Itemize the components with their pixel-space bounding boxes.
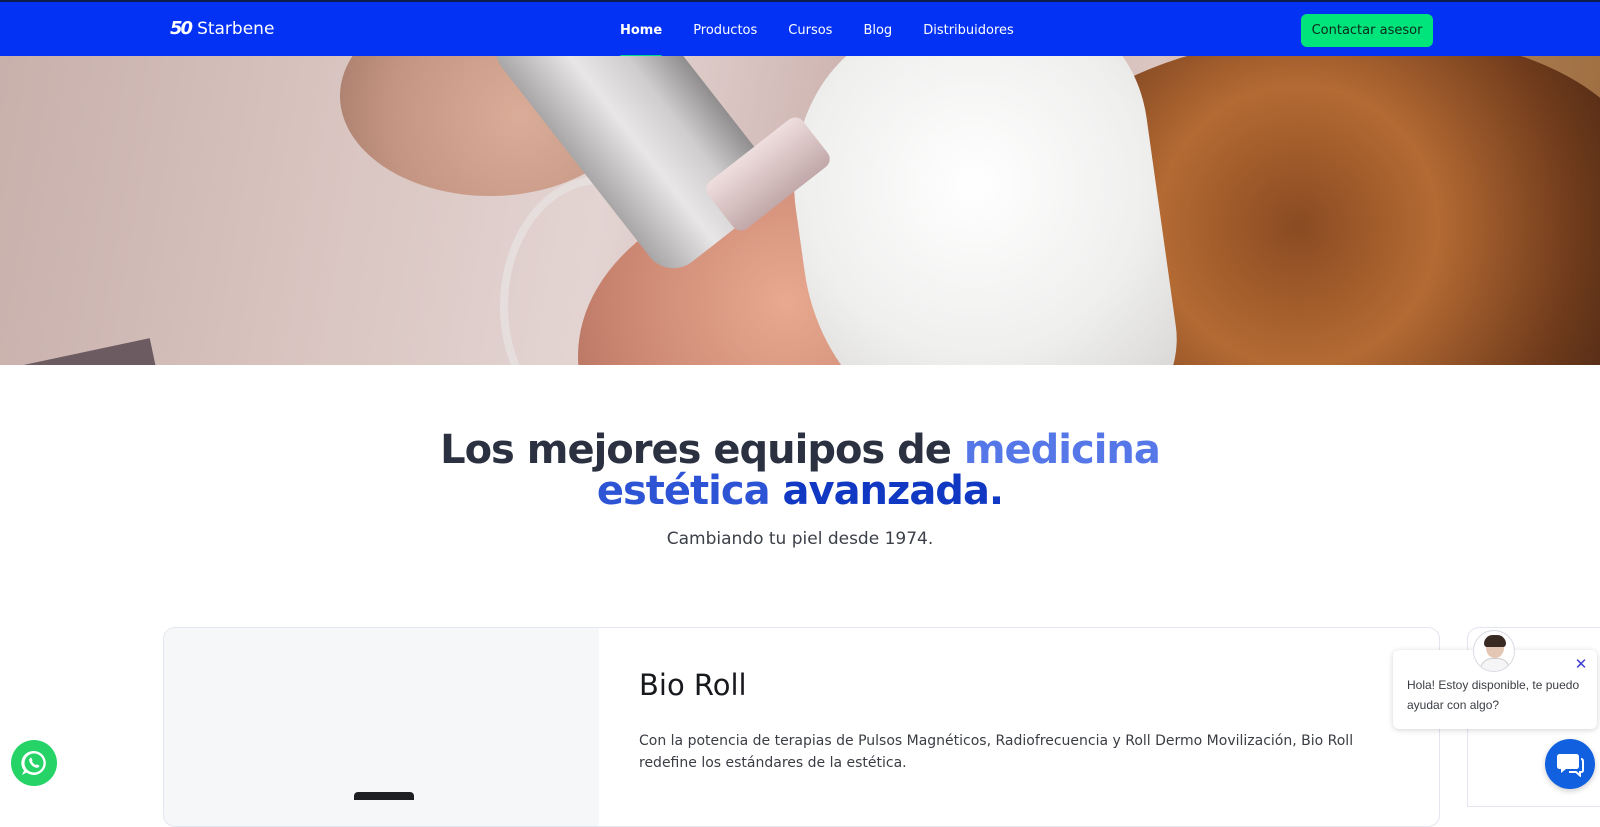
logo-mark: 50 xyxy=(170,18,193,39)
close-icon[interactable]: ✕ xyxy=(1572,655,1590,673)
nav-link-blog[interactable]: Blog xyxy=(863,2,892,58)
product-description: Con la potencia de terapias de Pulsos Ma… xyxy=(639,733,1354,771)
top-navbar: 50 Starbene Home Productos Cursos Blog D… xyxy=(0,0,1600,58)
logo-text: Starbene xyxy=(197,18,275,39)
whatsapp-button[interactable] xyxy=(11,740,57,786)
avatar-coat-shape xyxy=(1480,658,1510,671)
contact-advisor-button[interactable]: Contactar asesor xyxy=(1301,14,1433,47)
product-device-shape xyxy=(354,792,414,800)
headline-text-1: Los mejores equipos de xyxy=(440,427,964,473)
headline-accent-2: estética xyxy=(596,468,783,514)
nav-link-home[interactable]: Home xyxy=(620,2,663,58)
nav-link-distribuidores[interactable]: Distribuidores xyxy=(923,2,1014,58)
nav-link-cursos[interactable]: Cursos xyxy=(788,2,832,58)
product-card: Bio Roll Con la potencia de terapias de … xyxy=(163,627,1440,827)
product-image xyxy=(164,628,599,826)
chat-greeting-text: Hola! Estoy disponible, te puedo ayudar … xyxy=(1407,678,1580,712)
hero-corner-shape xyxy=(0,338,167,365)
chat-icon xyxy=(1557,754,1584,777)
page-headline: Los mejores equipos de medicina estética… xyxy=(0,430,1600,512)
product-title: Bio Roll xyxy=(639,668,747,702)
nav-links: Home Productos Cursos Blog Distribuidore… xyxy=(620,2,1045,58)
chat-agent-avatar xyxy=(1473,630,1515,672)
hero-image xyxy=(0,56,1600,365)
headline-accent-3: avanzada. xyxy=(782,468,1005,514)
hero-towel-shape xyxy=(772,56,1188,365)
headline-accent-1: medicina xyxy=(963,427,1161,473)
page-subheadline: Cambiando tu piel desde 1974. xyxy=(666,529,934,549)
whatsapp-icon xyxy=(21,750,46,775)
avatar-hair-shape xyxy=(1484,635,1506,647)
nav-link-productos[interactable]: Productos xyxy=(693,2,757,58)
logo[interactable]: 50 Starbene xyxy=(170,18,274,39)
chat-launcher-button[interactable] xyxy=(1545,739,1595,789)
